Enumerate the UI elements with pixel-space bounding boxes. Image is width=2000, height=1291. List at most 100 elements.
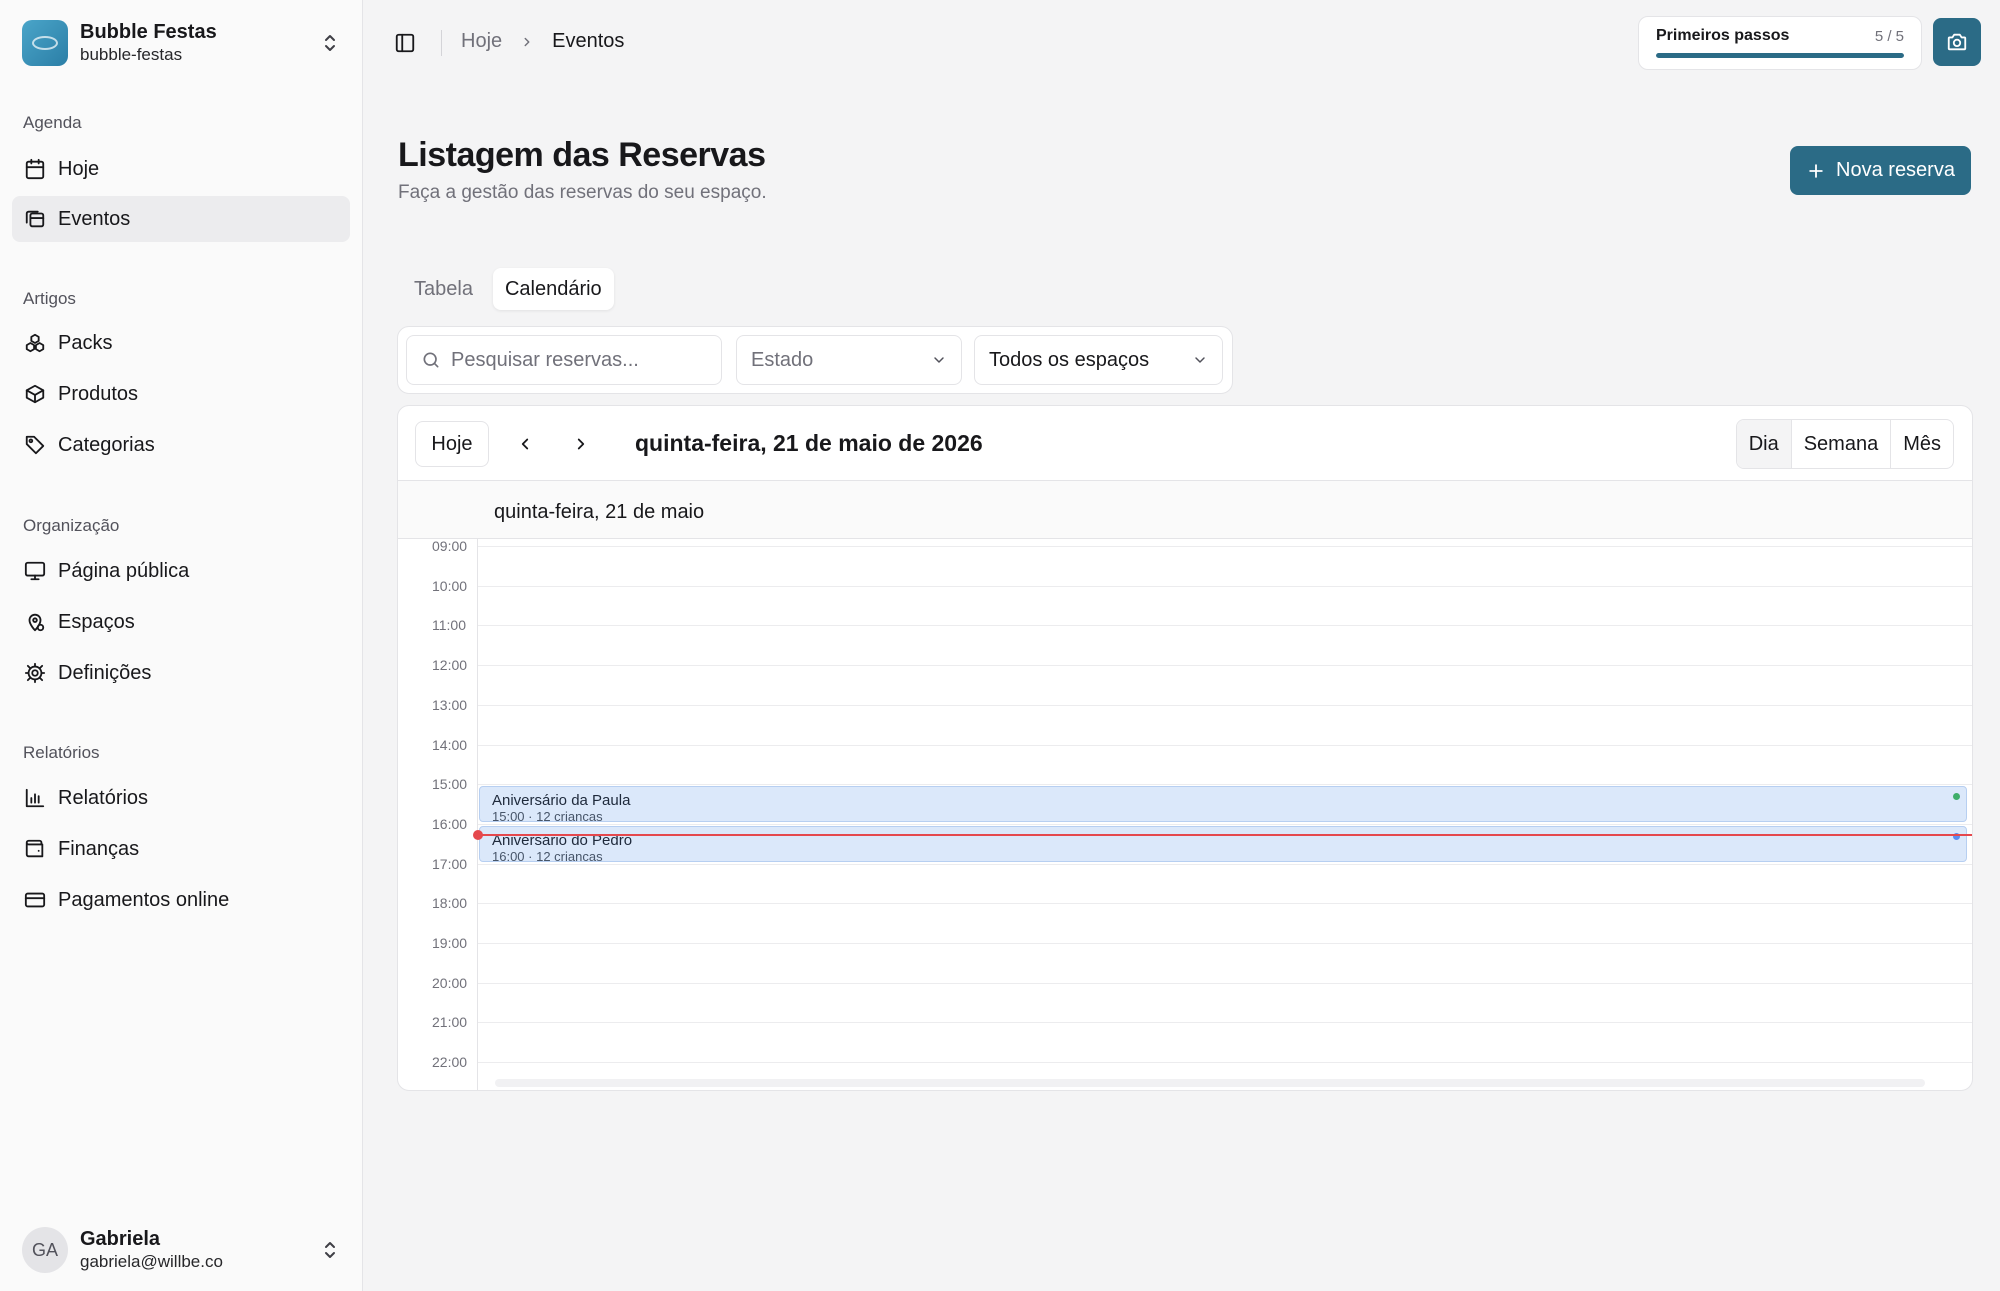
- view-week-button[interactable]: Semana: [1790, 420, 1891, 468]
- today-button[interactable]: Hoje: [415, 421, 489, 467]
- hour-label: 22:00: [432, 1054, 468, 1071]
- hour-gridline: [478, 823, 1972, 825]
- sidebar-item-definicoes[interactable]: Definições: [12, 650, 350, 696]
- sidebar-item-pagina-publica[interactable]: Página pública: [12, 548, 350, 594]
- org-switcher[interactable]: Bubble Festas bubble-festas: [22, 19, 342, 67]
- sidebar-item-relatorios[interactable]: Relatórios: [12, 775, 350, 821]
- sidebar-toggle-icon[interactable]: [391, 29, 419, 57]
- sidebar-item-financas[interactable]: Finanças: [12, 826, 350, 872]
- org-logo: [22, 20, 68, 66]
- camera-icon: [1947, 33, 1967, 51]
- new-reservation-button[interactable]: Nova reserva: [1790, 146, 1971, 195]
- breadcrumb: Hoje Eventos: [461, 30, 624, 53]
- hour-label: 21:00: [432, 1014, 468, 1031]
- hour-gridline: [478, 704, 1972, 706]
- chevron-down-icon: [934, 357, 944, 363]
- time-grid[interactable]: 09:00 10:00 11:00 12:00 13:00 14:00 15:00 16:00…: [398, 538, 1972, 1090]
- hour-label: 20:00: [432, 974, 468, 991]
- space-select[interactable]: Todos os espaços: [974, 335, 1223, 385]
- chevron-up-down-icon: [318, 27, 342, 59]
- search-icon: [423, 352, 439, 368]
- sidebar-item-hoje[interactable]: Hoje: [12, 146, 350, 192]
- breadcrumb-current: Eventos: [552, 30, 625, 52]
- next-day-button[interactable]: [566, 429, 596, 459]
- bar-chart-icon: [25, 788, 45, 808]
- chevron-right-icon: [577, 438, 585, 450]
- map-pin-icon: [28, 613, 45, 632]
- hour-label: 19:00: [432, 935, 468, 951]
- sidebar-item-label: Categorias: [58, 433, 155, 456]
- hour-gridline: [478, 665, 1972, 667]
- plus-icon: [1809, 163, 1823, 178]
- sidebar-item-label: Finanças: [58, 837, 140, 860]
- page-subtitle: Faça a gestão das reservas do seu espaço…: [398, 182, 767, 203]
- hour-label: 16:00: [432, 815, 468, 832]
- sidebar-item-label: Packs: [58, 331, 113, 354]
- hour-label: 09:00: [432, 538, 468, 554]
- calendar-toolbar: Hoje quinta-feira, 21 de maio de 2026 Di…: [398, 406, 1972, 481]
- calendar: Hoje quinta-feira, 21 de maio de 2026 Di…: [397, 405, 1973, 1091]
- org-slug: bubble-festas: [80, 45, 183, 64]
- hour-label: 15:00: [432, 776, 468, 793]
- credit-card-icon: [24, 892, 46, 908]
- chevron-down-icon: [1195, 357, 1205, 363]
- event-title: Aniversário da Paula: [492, 792, 631, 810]
- user-email: gabriela@willbe.co: [80, 1252, 223, 1271]
- search-box[interactable]: [406, 335, 722, 385]
- gear-icon: [24, 662, 46, 684]
- hour-gridline: [478, 943, 1972, 944]
- sidebar-item-produtos[interactable]: Produtos: [12, 371, 350, 417]
- packs-icon: [25, 333, 45, 353]
- sidebar-item-espacos[interactable]: Espaços: [12, 599, 350, 645]
- prev-day-button[interactable]: [510, 429, 540, 459]
- breadcrumb-hoje[interactable]: Hoje: [461, 30, 502, 53]
- hour-gridline: [478, 585, 1972, 587]
- sidebar-item-categorias[interactable]: Categorias: [12, 422, 350, 468]
- view-day-button[interactable]: Dia: [1736, 420, 1791, 468]
- horizontal-scrollbar[interactable]: [495, 1079, 1925, 1087]
- sidebar-item-eventos[interactable]: Eventos: [12, 196, 350, 242]
- calendar-view-switch: Dia Semana Mês: [1735, 419, 1954, 469]
- tab-tabela[interactable]: Tabela: [402, 268, 485, 310]
- tab-calendario[interactable]: Calendário: [492, 268, 614, 310]
- user-name: Gabriela: [80, 1228, 161, 1250]
- monitor-icon: [24, 561, 46, 581]
- chevron-right-icon: [520, 35, 534, 49]
- calendar-event[interactable]: Aniversário do Pedro 16:00 · 12 crianças: [479, 825, 1967, 862]
- onboarding-label: Primeiros passos: [1656, 27, 1790, 44]
- camera-button[interactable]: [1933, 18, 1981, 66]
- hour-gridline: [478, 982, 1972, 984]
- tag-icon: [25, 435, 45, 455]
- hour-label: 18:00: [432, 895, 468, 912]
- view-month-button[interactable]: Mês: [1890, 420, 1953, 468]
- sidebar-item-label: Espaços: [58, 610, 135, 633]
- event-status-dot: [1953, 793, 1960, 801]
- status-select[interactable]: Estado: [736, 335, 962, 385]
- hour-gridline: [478, 1062, 1972, 1064]
- hour-gridline: [478, 784, 1972, 786]
- calendar-event[interactable]: Aniversário da Paula 15:00 · 12 crianças: [479, 786, 1967, 823]
- hour-label: 13:00: [432, 696, 468, 713]
- sidebar-item-label: Definições: [58, 661, 152, 684]
- calendar-icon: [25, 158, 45, 180]
- day-column-label: quinta-feira, 21 de maio: [494, 501, 705, 523]
- hour-label: 17:00: [432, 855, 468, 872]
- hour-gridline: [478, 1022, 1972, 1024]
- avatar: GA: [22, 1227, 68, 1273]
- sidebar-item-pagamentos-online[interactable]: Pagamentos online: [12, 877, 350, 923]
- chevron-up-down-icon: [318, 1234, 342, 1266]
- onboarding-progress[interactable]: Primeiros passos 5 / 5: [1638, 16, 1922, 70]
- sidebar-item-label: Relatórios: [58, 786, 149, 809]
- hour-label: 12:00: [432, 657, 468, 674]
- filters-bar: Estado Todos os espaços: [397, 326, 1233, 394]
- hour-label: 14:00: [432, 736, 468, 753]
- search-input[interactable]: [451, 348, 701, 372]
- new-reservation-label: Nova reserva: [1836, 159, 1955, 181]
- sidebar-item-label: Página pública: [58, 559, 190, 582]
- nav-group-agenda: Agenda: [23, 113, 82, 132]
- day-column-header: quinta-feira, 21 de maio: [398, 481, 1972, 539]
- nav-group-artigos: Artigos: [23, 289, 76, 308]
- user-menu[interactable]: GA Gabriela gabriela@willbe.co: [22, 1225, 342, 1275]
- sidebar-item-packs[interactable]: Packs: [12, 320, 350, 366]
- wallet-icon: [25, 839, 44, 858]
